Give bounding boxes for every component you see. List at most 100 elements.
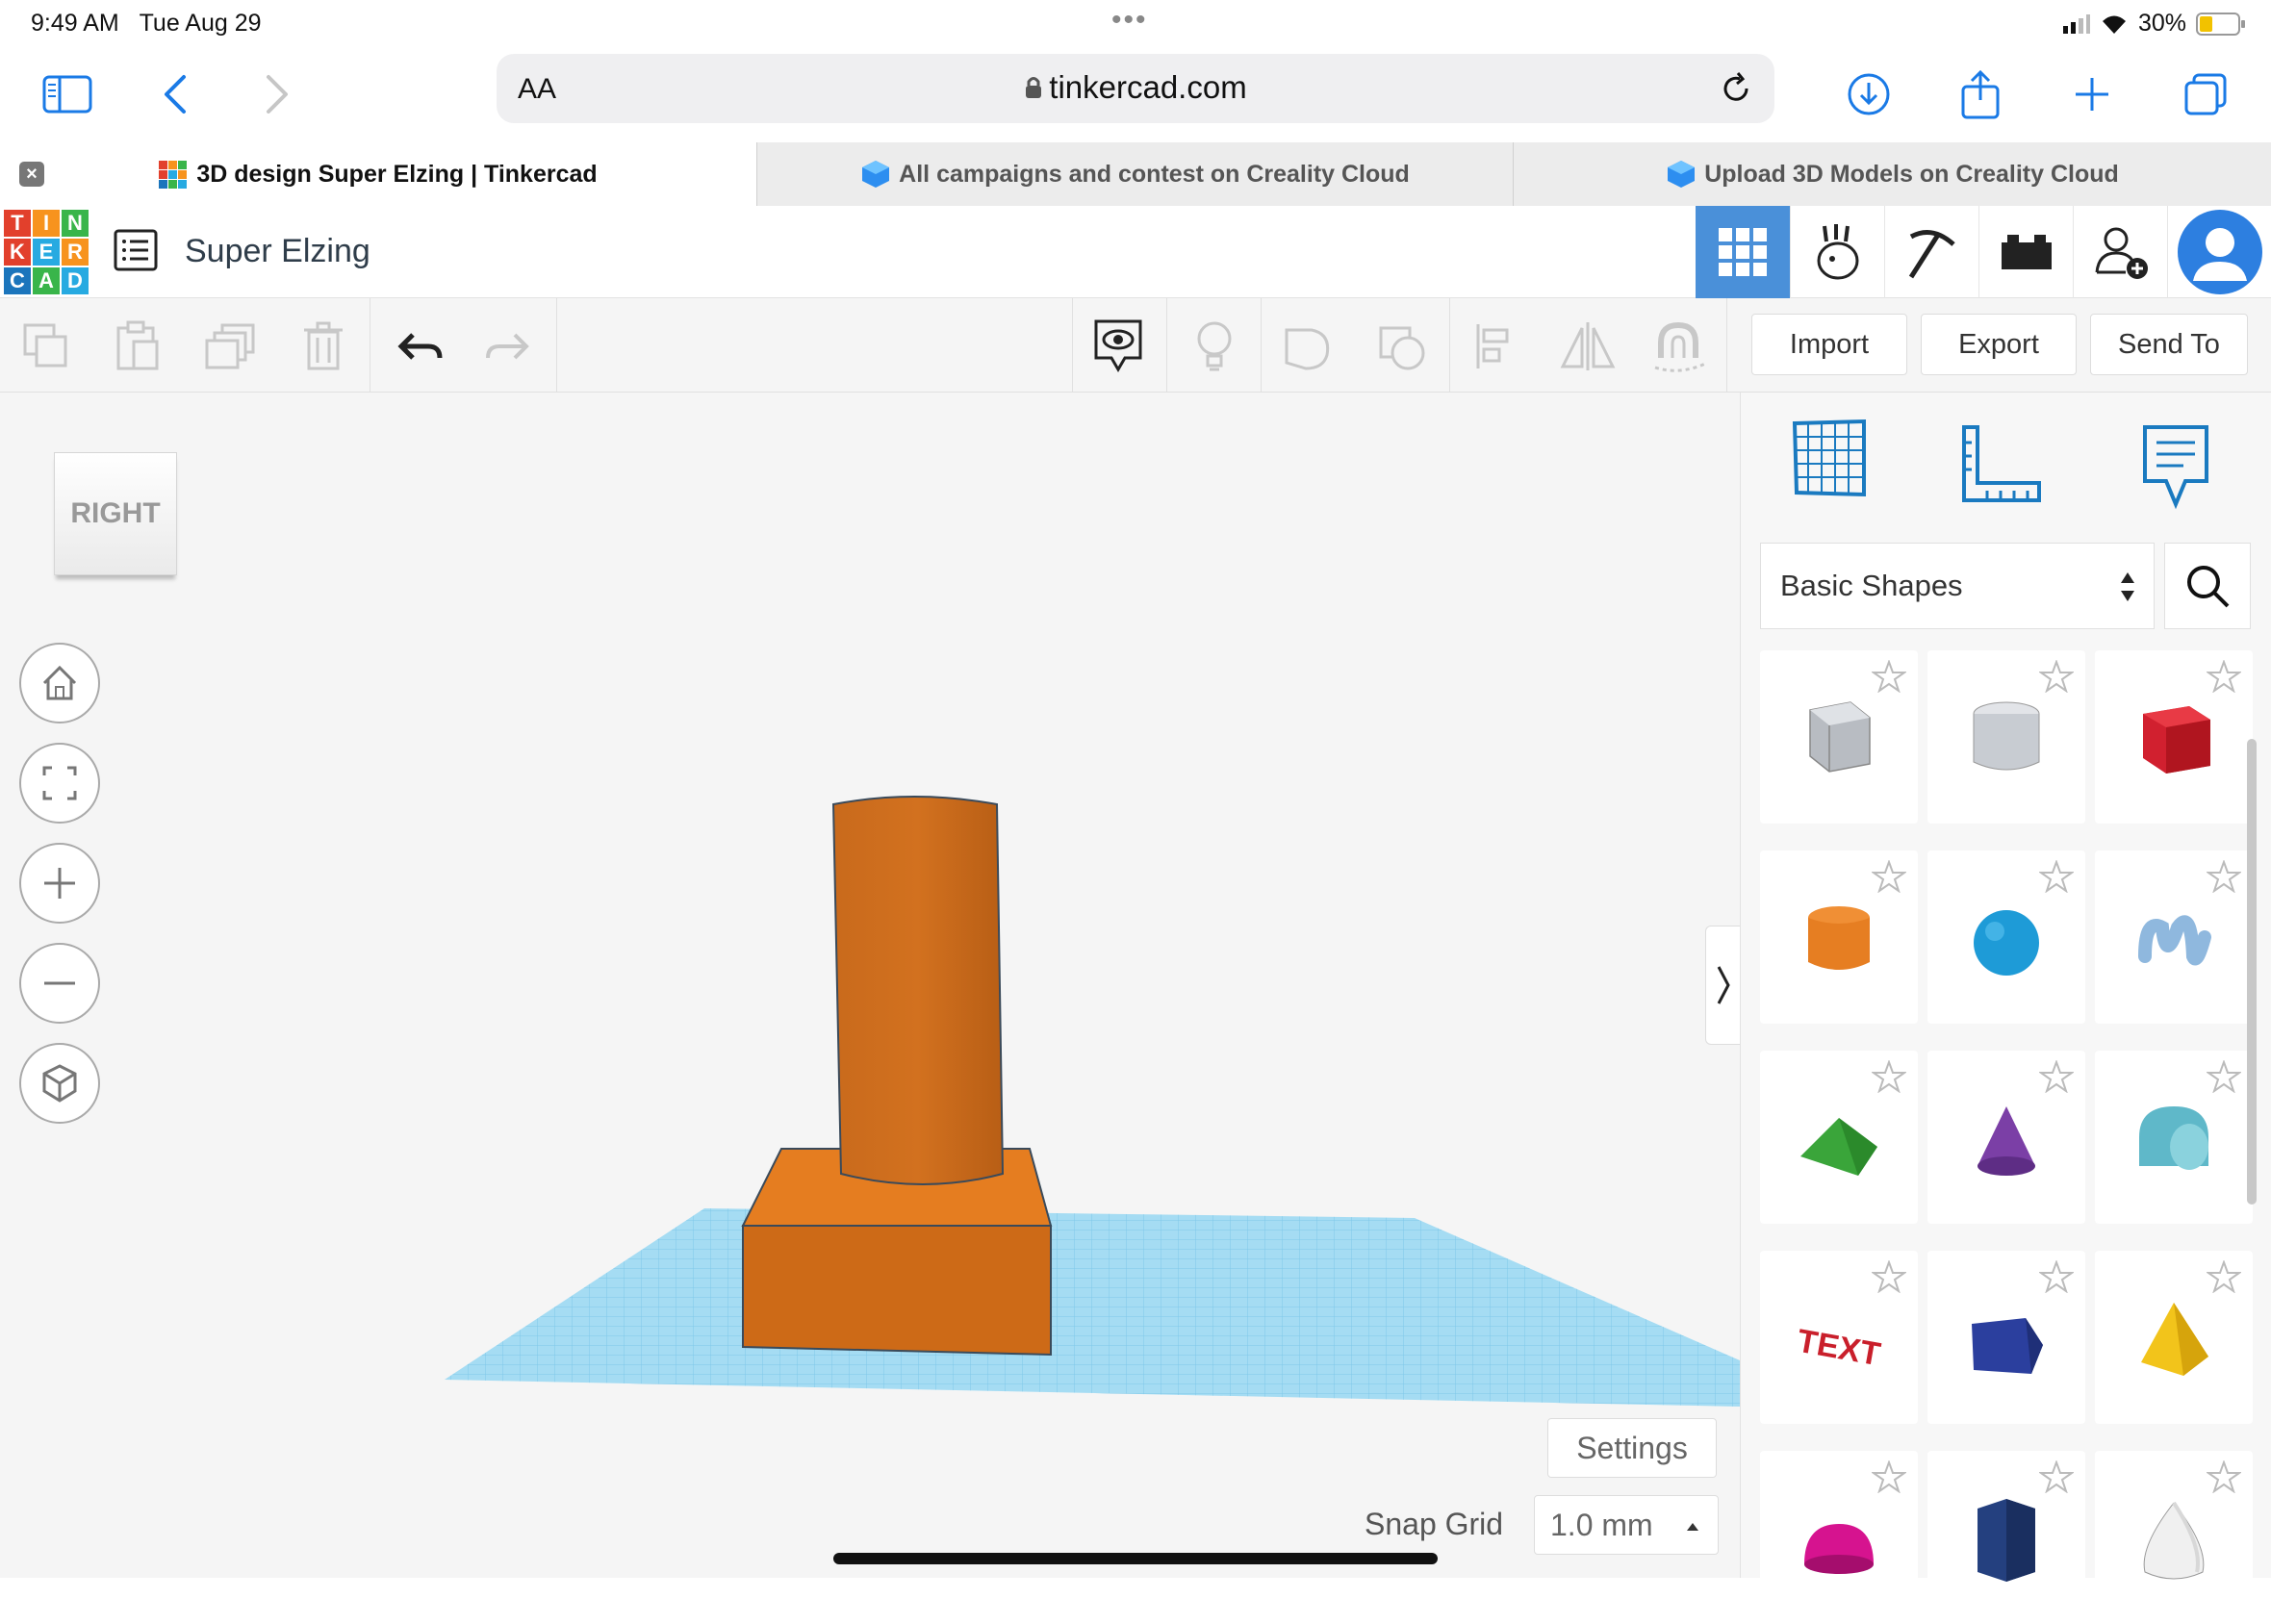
reload-icon[interactable]	[1717, 69, 1755, 113]
home-indicator[interactable]	[833, 1553, 1438, 1564]
export-button[interactable]: Export	[1921, 314, 2077, 375]
favorite-star-icon[interactable]	[2207, 1260, 2241, 1293]
shape-tile-text[interactable]: TEXT	[1760, 1251, 1918, 1424]
shape-tile-pyramid[interactable]	[2095, 1251, 2253, 1424]
cruise-icon[interactable]	[1649, 316, 1711, 377]
redo-icon[interactable]	[477, 316, 539, 377]
favorite-star-icon[interactable]	[1872, 1060, 1906, 1093]
lock-icon	[1026, 77, 1042, 98]
cone-shape-icon	[1978, 1106, 2035, 1176]
forward-icon[interactable]	[242, 60, 312, 129]
address-bar[interactable]: AA tinkercad.com	[497, 54, 1774, 123]
copy-icon[interactable]	[15, 316, 77, 377]
cylinder-shape[interactable]	[831, 796, 1005, 1185]
favorite-star-icon[interactable]	[2039, 1260, 2074, 1293]
settings-button[interactable]: Settings	[1547, 1418, 1717, 1478]
workplane-grid[interactable]	[445, 1208, 1740, 1407]
lightbulb-icon[interactable]	[1184, 316, 1245, 377]
panel-scrollbar[interactable]	[2247, 739, 2257, 1205]
shape-category-select[interactable]: Basic Shapes	[1760, 543, 2155, 629]
shape-tile-cone[interactable]	[1927, 1051, 2085, 1224]
tab-tinkercad[interactable]: × 3D design Super Elzing | Tinkercad	[0, 142, 756, 206]
tab-creality-campaigns[interactable]: All campaigns and contest on Creality Cl…	[756, 142, 1513, 206]
3d-view-button[interactable]	[1696, 206, 1790, 298]
show-notes-icon[interactable]	[1087, 316, 1149, 377]
shape-tile-hexagonal-prism[interactable]	[1927, 1451, 2085, 1624]
shape-tile-round-roof[interactable]	[2095, 1051, 2253, 1224]
shape-tile-box-hole[interactable]	[1760, 650, 1918, 824]
delete-icon[interactable]	[293, 316, 354, 377]
user-avatar-icon	[2177, 210, 2262, 294]
paste-icon[interactable]	[106, 316, 167, 377]
favorite-star-icon[interactable]	[1872, 1460, 1906, 1493]
divider	[1261, 298, 1262, 393]
multitasking-dots-icon[interactable]: •••	[1111, 4, 1148, 37]
shape-tile-sphere[interactable]	[1927, 850, 2085, 1024]
status-time: 9:49 AM Tue Aug 29	[31, 10, 262, 37]
favorite-star-icon[interactable]	[2039, 1460, 2074, 1493]
shape-search-button[interactable]	[2164, 543, 2251, 629]
favorite-star-icon[interactable]	[1872, 860, 1906, 893]
tab-creality-upload[interactable]: Upload 3D Models on Creality Cloud	[1513, 142, 2271, 206]
blocks-button[interactable]	[1790, 206, 1884, 298]
import-button[interactable]: Import	[1751, 314, 1907, 375]
favorite-star-icon[interactable]	[2039, 860, 2074, 893]
shape-tile-cylinder-hole[interactable]	[1927, 650, 2085, 824]
close-tab-icon[interactable]: ×	[19, 162, 44, 187]
align-icon[interactable]	[1465, 316, 1526, 377]
share-icon[interactable]	[1946, 60, 2015, 129]
favorite-star-icon[interactable]	[2039, 660, 2074, 693]
favorite-star-icon[interactable]	[2207, 1060, 2241, 1093]
shape-tile-roof[interactable]	[1760, 1051, 1918, 1224]
favorite-star-icon[interactable]	[2207, 1460, 2241, 1493]
signal-icon	[2062, 13, 2090, 34]
search-icon	[2187, 566, 2230, 608]
tinkercad-logo[interactable]: TIN KER CAD	[4, 210, 89, 294]
snap-grid-select[interactable]: 1.0 mm	[1534, 1495, 1719, 1555]
scribble-shape-icon	[2138, 915, 2211, 966]
favorite-star-icon[interactable]	[2039, 1060, 2074, 1093]
avatar[interactable]	[2167, 206, 2271, 298]
collapse-panel-button[interactable]	[1705, 926, 1742, 1045]
favorite-star-icon[interactable]	[1872, 1260, 1906, 1293]
tabs-overview-icon[interactable]	[2171, 60, 2240, 129]
minecraft-button[interactable]	[1884, 206, 1978, 298]
shape-tile-cylinder[interactable]	[1760, 850, 1918, 1024]
battery-icon	[2196, 12, 2245, 36]
undo-icon[interactable]	[389, 316, 450, 377]
shape-tile-polygon[interactable]	[1927, 1251, 2085, 1424]
mirror-icon[interactable]	[1557, 316, 1619, 377]
half-sphere-shape-icon	[1804, 1524, 1874, 1574]
group-icon[interactable]	[1278, 316, 1340, 377]
favorite-star-icon[interactable]	[1872, 660, 1906, 693]
new-tab-icon[interactable]	[2057, 60, 2127, 129]
back-icon[interactable]	[140, 60, 210, 129]
send-to-button[interactable]: Send To	[2090, 314, 2248, 375]
ungroup-icon[interactable]	[1372, 316, 1434, 377]
ruler-tool-icon[interactable]	[1958, 423, 2043, 513]
shape-tile-box[interactable]	[2095, 650, 2253, 824]
edit-toolbar: Import Export Send To	[0, 298, 2271, 393]
logo-letter: T	[4, 210, 31, 237]
design-list-icon[interactable]	[114, 229, 158, 276]
snap-grid-value: 1.0 mm	[1550, 1507, 1653, 1542]
workplane-canvas[interactable]: RIGHT Settings Snap Grid 1.0 mm	[0, 393, 1742, 1578]
shape-tile-half-sphere[interactable]	[1760, 1451, 1918, 1624]
sidebar-icon[interactable]	[33, 60, 102, 129]
bricks-button[interactable]	[1978, 206, 2073, 298]
download-icon[interactable]	[1834, 60, 1903, 129]
scene-3d[interactable]	[0, 393, 1740, 1578]
favorite-star-icon[interactable]	[2207, 860, 2241, 893]
favorite-star-icon[interactable]	[2207, 660, 2241, 693]
paw-icon	[1817, 224, 1858, 280]
workplane-tool-icon[interactable]	[1789, 418, 1870, 503]
duplicate-icon[interactable]	[200, 316, 262, 377]
creality-icon	[862, 161, 890, 188]
notes-tool-icon[interactable]	[2141, 423, 2210, 515]
invite-button[interactable]	[2073, 206, 2167, 298]
shape-tile-scribble[interactable]	[2095, 850, 2253, 1024]
tinkercad-header: TIN KER CAD Super Elzing	[0, 206, 2271, 298]
shape-tile-paraboloid[interactable]	[2095, 1451, 2253, 1624]
design-title[interactable]: Super Elzing	[185, 233, 370, 270]
polygon-shape-icon	[1972, 1318, 2043, 1374]
